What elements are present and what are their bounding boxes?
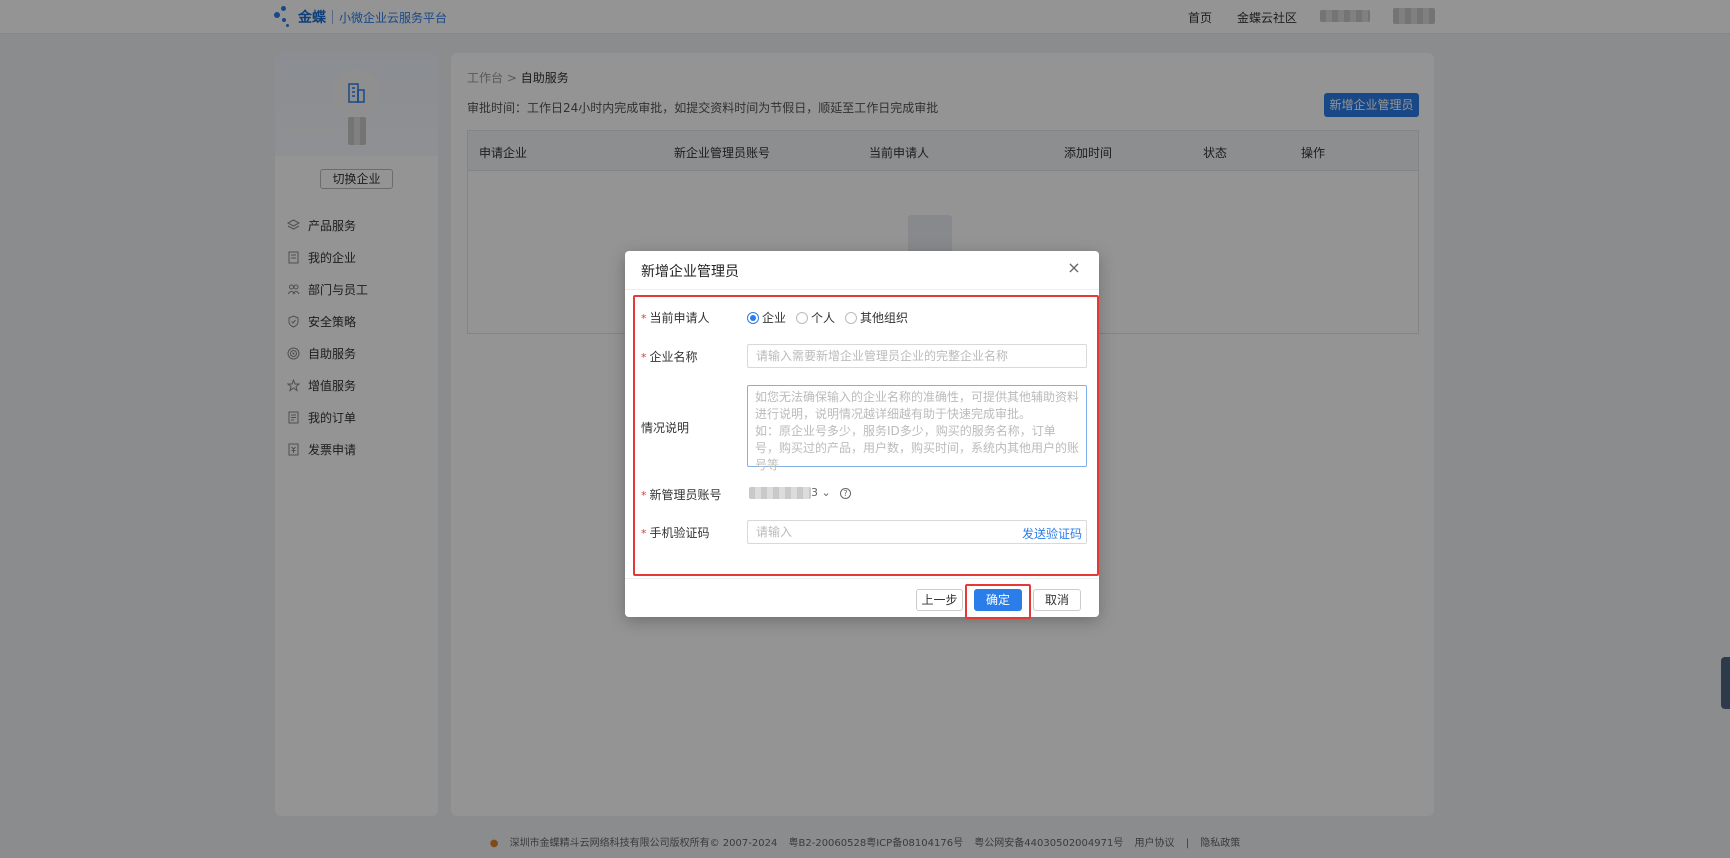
- radio-unchecked-icon: [845, 311, 858, 324]
- applicant-label: * 当前申请人: [641, 311, 710, 325]
- radio-checked-icon: [747, 311, 759, 324]
- side-float-widget[interactable]: [1721, 657, 1730, 709]
- company-name-label: * 企业名称: [641, 350, 698, 364]
- description-placeholder: 如您无法确保输入的企业名称的准确性，可提供其他辅助资料进行说明，说明情况越详细越…: [755, 390, 1080, 472]
- required-mark: *: [641, 489, 647, 502]
- close-icon[interactable]: ×: [1065, 259, 1083, 277]
- applicant-radio-group: 企业 个人 其他组织: [747, 309, 908, 326]
- required-mark: *: [641, 351, 647, 364]
- description-label: 情况说明: [641, 421, 690, 435]
- dialog-footer-divider: [625, 578, 1099, 579]
- dialog-title: 新增企业管理员: [641, 264, 739, 280]
- radio-other-org[interactable]: 其他组织: [845, 309, 908, 326]
- confirm-button[interactable]: 确定: [974, 589, 1022, 611]
- help-icon[interactable]: ?: [840, 488, 851, 499]
- required-mark: *: [641, 312, 647, 325]
- description-textarea[interactable]: 如您无法确保输入的企业名称的准确性，可提供其他辅助资料进行说明，说明情况越详细越…: [747, 385, 1087, 472]
- dialog-header-divider: [625, 289, 1099, 290]
- previous-step-button[interactable]: 上一步: [916, 589, 963, 611]
- company-name-input[interactable]: 请输入需要新增企业管理员企业的完整企业名称: [747, 344, 1087, 368]
- send-code-link[interactable]: 发送验证码: [1022, 525, 1082, 542]
- new-admin-dialog: 新增企业管理员 × * 当前申请人 企业 个人 其他组织 * 企业名称 请输入需要新…: [625, 251, 1099, 619]
- account-value-tail[interactable]: 3 ⌄: [811, 486, 831, 499]
- cancel-button[interactable]: 取消: [1033, 589, 1081, 611]
- radio-enterprise[interactable]: 企业: [747, 309, 786, 326]
- radio-unchecked-icon: [796, 311, 809, 324]
- account-label: * 新管理员账号: [641, 488, 722, 502]
- sms-code-label: * 手机验证码: [641, 526, 710, 540]
- radio-individual[interactable]: 个人: [796, 309, 835, 326]
- required-mark: *: [641, 527, 647, 540]
- account-value-redacted: [749, 487, 811, 499]
